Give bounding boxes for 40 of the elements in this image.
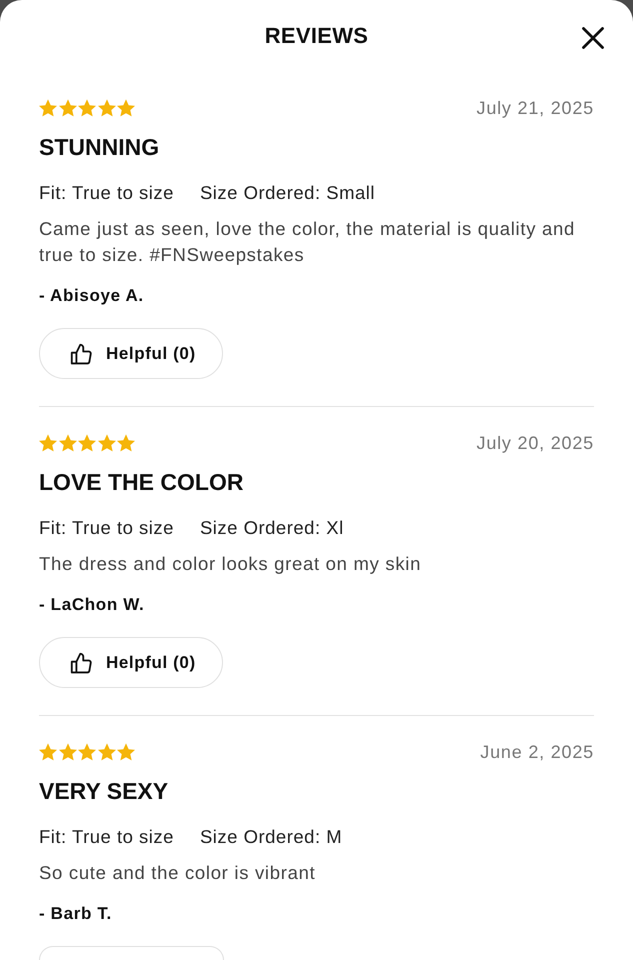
review-date: July 21, 2025	[476, 97, 594, 119]
fit-label: Fit: True to size	[39, 516, 174, 540]
size-ordered-label: Size Ordered: Xl	[200, 516, 344, 540]
size-ordered-label: Size Ordered: M	[200, 825, 342, 849]
star-icon	[58, 743, 76, 761]
star-icon	[39, 99, 57, 117]
reviewer-name: - Barb T.	[39, 903, 113, 925]
thumbs-up-icon	[70, 342, 92, 364]
review-date: June 2, 2025	[480, 741, 594, 763]
helpful-button[interactable]: Helpful (0)	[39, 328, 223, 379]
fit-label: Fit: True to size	[39, 181, 174, 205]
thumbs-up-icon	[70, 652, 92, 674]
reviewer-name: - Abisoye A.	[39, 285, 145, 307]
review-title: VERY SEXY	[39, 777, 170, 805]
star-icon	[117, 743, 135, 761]
star-icon	[58, 434, 76, 452]
star-icon	[117, 99, 135, 117]
star-icon	[78, 743, 96, 761]
star-icon	[78, 99, 96, 117]
fit-label: Fit: True to size	[39, 825, 174, 849]
star-icon	[78, 434, 96, 452]
star-icon	[58, 99, 76, 117]
star-icon	[98, 434, 116, 452]
review-text: So cute and the color is vibrant	[39, 861, 316, 885]
review-text: Came just as seen, love the color, the material is quality and true to size. #FNSweepstakes	[39, 217, 576, 267]
size-ordered-label: Size Ordered: Small	[200, 181, 376, 205]
review-title: STUNNING	[39, 133, 160, 161]
sheet-title: REVIEWS	[264, 22, 368, 50]
star-icon	[98, 99, 116, 117]
close-button[interactable]	[582, 27, 604, 49]
star-icon	[39, 434, 57, 452]
review-text: The dress and color looks great on my skin	[39, 552, 422, 576]
review-title: LOVE THE COLOR	[39, 468, 244, 496]
star-icon	[98, 743, 116, 761]
close-icon	[582, 27, 604, 49]
review-date: July 20, 2025	[476, 432, 594, 454]
helpful-button[interactable]: Helpful (0)	[39, 637, 223, 688]
reviewer-name: - LaChon W.	[39, 594, 146, 616]
star-icon	[39, 743, 57, 761]
star-icon	[117, 434, 135, 452]
